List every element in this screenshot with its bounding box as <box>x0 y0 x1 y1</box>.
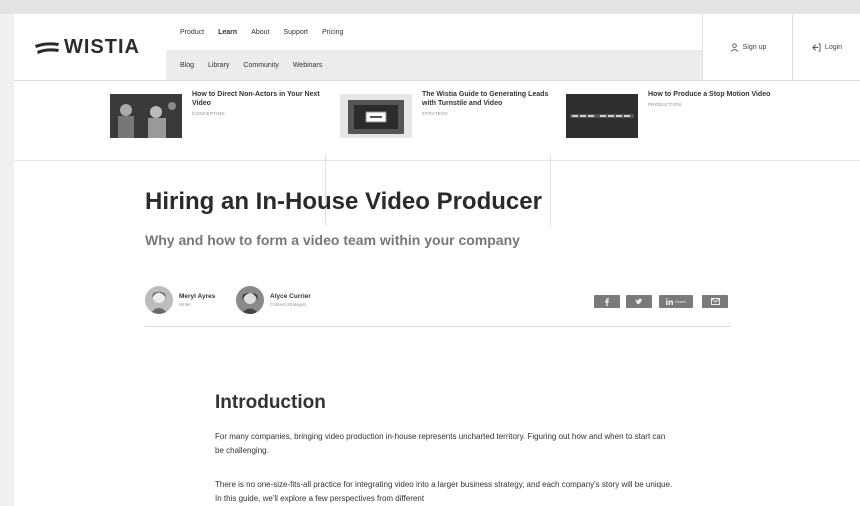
related-title: The Wistia Guide to Generating Leads wit… <box>422 91 549 107</box>
login-label: Login <box>824 43 843 51</box>
avatar <box>145 286 173 314</box>
related-thumbnail <box>566 94 638 138</box>
share-email-button[interactable] <box>702 295 728 308</box>
window-left-edge <box>0 14 15 506</box>
login-arrow-icon <box>812 42 821 52</box>
author-alyce[interactable]: Alyce Currier Content Strategist <box>236 286 311 314</box>
video-thumbnail-image <box>110 94 182 138</box>
subnav-library[interactable]: Library <box>208 62 229 69</box>
byline-divider <box>145 326 731 327</box>
wistia-logo[interactable]: WISTIA <box>34 36 140 59</box>
related-item[interactable]: The Wistia Guide to Generating Leads wit… <box>340 90 550 146</box>
author-photo <box>145 286 173 314</box>
related-item[interactable]: How to Direct Non-Actors in Your Next Vi… <box>110 90 320 146</box>
secondary-nav: Blog Library Community Webinars <box>166 50 702 80</box>
video-thumbnail-image <box>340 94 412 138</box>
nav-product[interactable]: Product <box>180 29 204 36</box>
nav-pricing[interactable]: Pricing <box>322 29 343 36</box>
avatar <box>236 286 264 314</box>
video-thumbnail-image <box>566 94 638 138</box>
related-item[interactable]: How to Produce a Stop Motion Video PRODU… <box>566 90 776 146</box>
nav-learn[interactable]: Learn <box>218 29 237 36</box>
author-meryl[interactable]: Meryl Ayres Writer <box>145 286 215 314</box>
related-title: How to Produce a Stop Motion Video <box>648 91 771 98</box>
linkedin-share-label: Share <box>675 299 686 304</box>
window-top-bar <box>0 0 860 14</box>
related-articles: How to Direct Non-Actors in Your Next Vi… <box>14 80 860 226</box>
related-category: CONCEPTING <box>192 111 226 116</box>
related-thumbnail <box>340 94 412 138</box>
related-category: PRODUCTION <box>648 102 682 107</box>
author-name: Alyce Currier <box>270 293 311 300</box>
subnav-webinars[interactable]: Webinars <box>293 62 322 69</box>
subnav-community[interactable]: Community <box>243 62 278 69</box>
author-role: Writer <box>179 302 191 307</box>
logo-wordmark: WISTIA <box>64 36 140 58</box>
linkedin-icon <box>666 298 674 305</box>
share-linkedin-button[interactable]: Share <box>659 295 693 308</box>
paragraph: For many companies, bringing video produ… <box>215 432 666 455</box>
user-icon <box>730 42 739 52</box>
email-icon <box>710 298 720 305</box>
nav-about[interactable]: About <box>251 29 269 36</box>
author-name: Meryl Ayres <box>179 293 216 300</box>
login-button[interactable]: Login <box>792 14 860 80</box>
site-header: WISTIA Product Learn About Support Prici… <box>14 14 860 81</box>
paragraph: There is no one-size-fits-all practice f… <box>215 480 673 503</box>
article-title: Hiring an In-House Video Producer <box>145 188 542 215</box>
subnav-blog[interactable]: Blog <box>180 62 194 69</box>
share-twitter-button[interactable] <box>626 295 652 308</box>
facebook-icon <box>605 297 609 306</box>
section-heading: Introduction <box>215 392 326 413</box>
signup-label: Sign up <box>742 43 767 51</box>
share-facebook-button[interactable] <box>594 295 620 308</box>
nav-support[interactable]: Support <box>283 29 308 36</box>
twitter-icon <box>635 298 643 304</box>
author-photo <box>236 286 264 314</box>
related-title: How to Direct Non-Actors in Your Next Vi… <box>192 91 320 107</box>
related-thumbnail <box>110 94 182 138</box>
related-divider <box>550 154 551 226</box>
page: WISTIA Product Learn About Support Prici… <box>14 14 860 506</box>
article-subtitle: Why and how to form a video team within … <box>145 232 520 248</box>
author-role: Content Strategist <box>270 302 307 307</box>
related-category: STRATEGY <box>422 111 449 116</box>
primary-nav: Product Learn About Support Pricing <box>166 14 702 50</box>
wistia-logo-icon <box>35 41 59 54</box>
signup-button[interactable]: Sign up <box>702 14 793 80</box>
